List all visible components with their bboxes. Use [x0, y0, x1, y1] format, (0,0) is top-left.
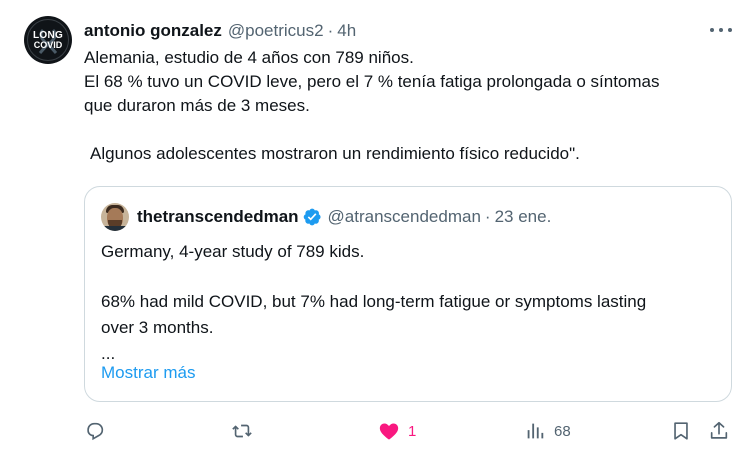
- quote-header: thetranscendedman @atranscendedman · 23 …: [137, 205, 551, 229]
- separator-dot: ·: [484, 207, 491, 226]
- heart-icon: [379, 423, 399, 440]
- quote-text-line: Germany, 4-year study of 789 kids.: [101, 242, 365, 261]
- action-bar: 1 68: [84, 416, 740, 446]
- post-text-line: Algunos adolescentes mostraron un rendim…: [90, 144, 580, 163]
- post-text: Alemania, estudio de 4 años con 789 niño…: [84, 46, 744, 166]
- bookmark-icon: [674, 422, 688, 440]
- like-count: 1: [408, 422, 417, 440]
- views-count: 68: [554, 422, 571, 440]
- separator-dot: ·: [327, 21, 334, 40]
- quote-date[interactable]: 23 ene.: [495, 207, 552, 227]
- quote-text: Germany, 4-year study of 789 kids. 68% h…: [101, 239, 721, 367]
- reply-button[interactable]: [84, 416, 114, 446]
- like-button[interactable]: 1: [378, 416, 416, 446]
- post-text-line: El 68 % tuvo un COVID leve, pero el 7 % …: [84, 72, 660, 91]
- more-icon[interactable]: [710, 22, 732, 38]
- repost-icon: [232, 424, 252, 438]
- quoted-post[interactable]: thetranscendedman @atranscendedman · 23 …: [84, 186, 732, 402]
- author-name[interactable]: antonio gonzalez: [84, 21, 222, 41]
- share-button[interactable]: [708, 416, 730, 446]
- share-icon: [710, 421, 728, 439]
- reply-icon: [87, 422, 104, 441]
- bookmark-button[interactable]: [670, 416, 692, 446]
- quote-author-handle[interactable]: @atranscendedman: [328, 207, 481, 227]
- views-button[interactable]: 68: [524, 416, 571, 446]
- show-more-link[interactable]: Mostrar más: [101, 363, 195, 383]
- post-time[interactable]: 4h: [337, 21, 356, 41]
- author-avatar[interactable]: LONG COVID: [24, 16, 72, 64]
- verified-badge-icon: [303, 208, 321, 226]
- post-header: antonio gonzalez @poetricus2 · 4h: [84, 19, 356, 43]
- views-icon: [527, 423, 544, 439]
- quote-text-line: 68% had mild COVID, but 7% had long-term…: [101, 292, 647, 311]
- quote-author-name[interactable]: thetranscendedman: [137, 207, 299, 227]
- post-text-line: que duraron más de 3 meses.: [84, 96, 310, 115]
- quote-text-line: over 3 months.: [101, 318, 214, 337]
- avatar-logo-line2: COVID: [33, 40, 63, 50]
- author-handle[interactable]: @poetricus2: [228, 21, 324, 41]
- quote-author-avatar[interactable]: [101, 203, 129, 231]
- post-text-line: Alemania, estudio de 4 años con 789 niño…: [84, 48, 414, 67]
- repost-button[interactable]: [230, 416, 262, 446]
